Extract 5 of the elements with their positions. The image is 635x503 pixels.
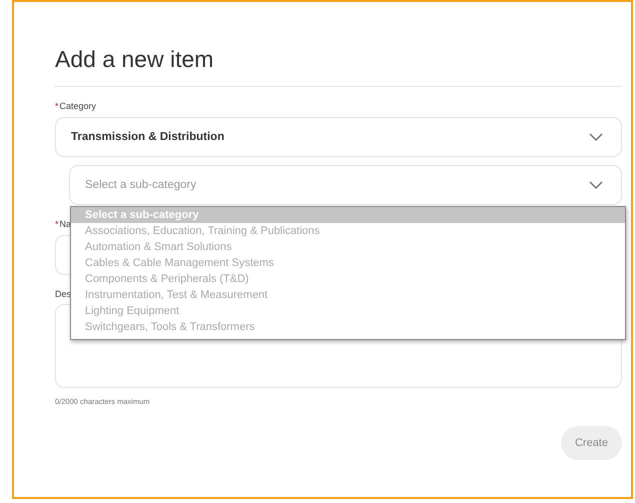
- field-label: Des: [55, 289, 72, 300]
- field-label: Category: [60, 101, 96, 112]
- required-mark: *: [55, 101, 59, 112]
- required-mark: *: [55, 219, 59, 230]
- form-title: Add a new item: [55, 46, 215, 74]
